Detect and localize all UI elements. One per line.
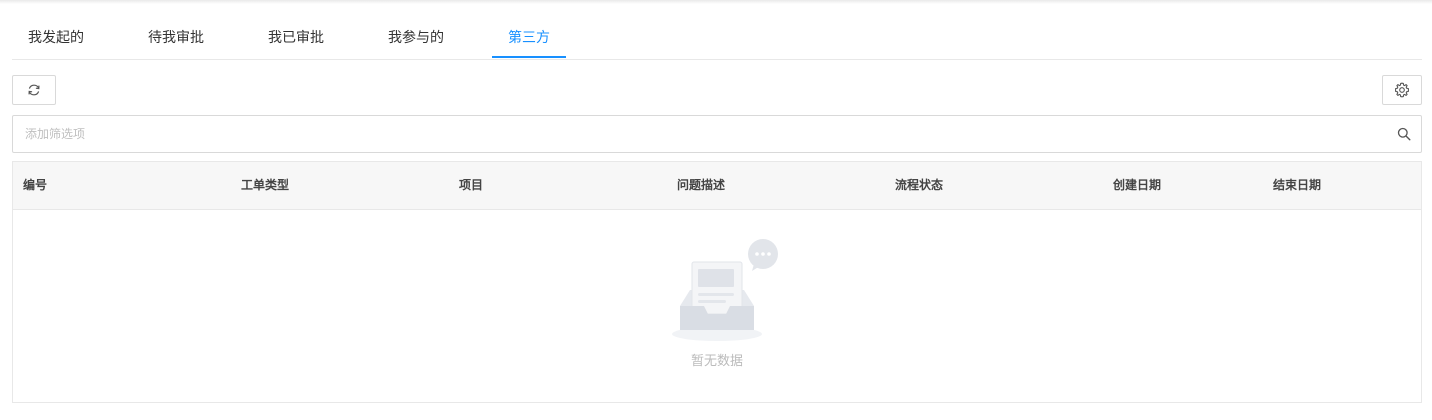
settings-button[interactable] <box>1382 75 1422 105</box>
refresh-icon <box>28 84 40 96</box>
empty-message: 暂无数据 <box>690 354 743 369</box>
gear-icon <box>1395 82 1409 98</box>
tab-third-party[interactable]: 第三方 <box>508 18 550 58</box>
empty-state: 暂无数据 <box>13 210 1421 402</box>
tab-initiated-by-me[interactable]: 我发起的 <box>28 18 84 58</box>
refresh-button[interactable] <box>12 75 56 105</box>
search-icon[interactable] <box>1397 127 1411 141</box>
column-header-end-date[interactable]: 结束日期 <box>1273 162 1321 209</box>
filter-input[interactable] <box>13 116 1383 152</box>
tab-bar: 我发起的 待我审批 我已审批 我参与的 第三方 <box>12 18 1422 60</box>
tab-pending-my-approval[interactable]: 待我审批 <box>148 18 204 58</box>
column-header-ticket-type[interactable]: 工单类型 <box>241 162 289 209</box>
column-header-id[interactable]: 编号 <box>23 162 47 209</box>
tab-participated[interactable]: 我参与的 <box>388 18 444 58</box>
column-header-created-date[interactable]: 创建日期 <box>1113 162 1161 209</box>
top-shadow <box>0 0 1432 4</box>
table-header: 编号 工单类型 项目 问题描述 流程状态 创建日期 结束日期 <box>13 162 1421 210</box>
column-header-status[interactable]: 流程状态 <box>895 162 943 209</box>
active-tab-indicator <box>492 56 566 58</box>
tab-approved-by-me[interactable]: 我已审批 <box>268 18 324 58</box>
column-header-project[interactable]: 项目 <box>459 162 483 209</box>
filter-bar <box>12 115 1422 153</box>
data-table: 编号 工单类型 项目 问题描述 流程状态 创建日期 结束日期 暂无数据 <box>12 161 1422 403</box>
column-header-description[interactable]: 问题描述 <box>677 162 725 209</box>
empty-inbox-icon <box>672 239 778 341</box>
